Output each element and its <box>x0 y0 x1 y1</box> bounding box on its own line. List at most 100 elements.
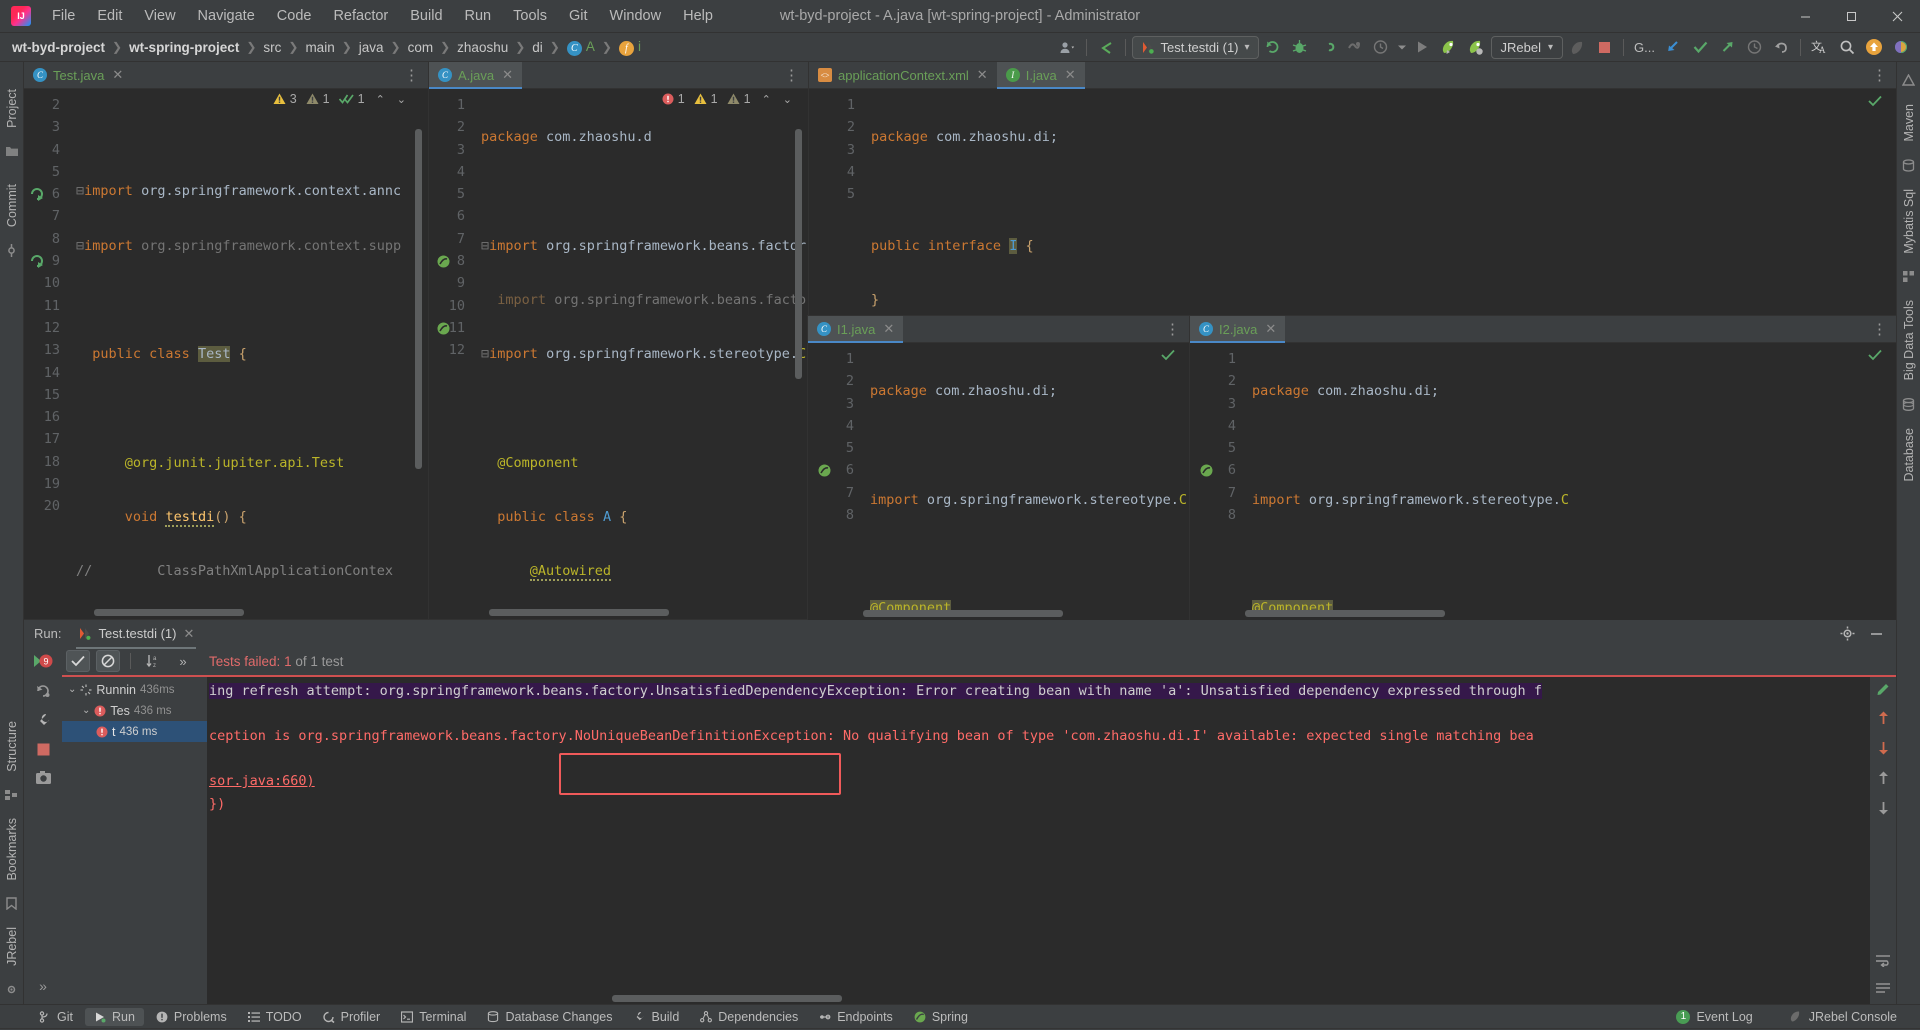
breadcrumb-item-9[interactable]: fi <box>615 37 645 58</box>
sort-alpha-toggle[interactable]: az <box>141 650 165 672</box>
bookmark-icon[interactable] <box>6 897 17 911</box>
tool-tab-todo[interactable]: TODO <box>239 1008 311 1026</box>
translate-icon[interactable]: 文A <box>1807 35 1833 59</box>
hide-ignored-toggle[interactable] <box>96 650 120 672</box>
menu-git[interactable]: Git <box>558 3 599 29</box>
stop-build-icon[interactable] <box>1564 35 1590 59</box>
run-tab-testdi[interactable]: Test.testdi (1) ✕ <box>70 623 202 649</box>
event-log-button[interactable]: 1 Event Log <box>1667 1008 1761 1026</box>
update-project-icon[interactable] <box>1660 35 1686 59</box>
menu-run[interactable]: Run <box>454 3 503 29</box>
sidebar-item-jrebel[interactable]: JRebel <box>2 918 22 975</box>
chevron-down-icon[interactable] <box>1395 35 1409 59</box>
console-line-4[interactable]: sor.java:660) <box>207 770 1870 793</box>
menu-build[interactable]: Build <box>399 3 453 29</box>
down-arrow-icon[interactable] <box>1876 740 1891 756</box>
maximize-button[interactable] <box>1828 0 1874 33</box>
inspection-ok-icon-i2[interactable] <box>1868 349 1882 361</box>
show-passed-toggle[interactable] <box>66 650 90 672</box>
editor-content-i1[interactable]: 12345 6 78 package com.zhaoshu.di; impor… <box>808 343 1189 620</box>
breadcrumb-item-3[interactable]: main <box>301 38 338 57</box>
tool-tab-database-changes[interactable]: Database Changes <box>478 1008 621 1026</box>
down-arrow2-icon[interactable] <box>1876 800 1891 816</box>
profiler-icon[interactable] <box>1341 35 1367 59</box>
rerun-icon[interactable] <box>1260 35 1286 59</box>
editor-hscroll-pane2[interactable] <box>489 609 669 616</box>
git-branch-label[interactable]: G... <box>1630 35 1659 59</box>
settings-wrench-icon[interactable] <box>35 712 52 729</box>
settings-gear-icon[interactable] <box>5 983 18 996</box>
breadcrumb-item-6[interactable]: zhaoshu <box>453 38 512 57</box>
close-icon[interactable]: ✕ <box>1265 321 1276 337</box>
structure-icon[interactable] <box>5 789 18 801</box>
bigdata-icon[interactable] <box>1902 270 1915 283</box>
sidebar-item-mybatis-sql[interactable]: Mybatis Sql <box>1899 180 1919 263</box>
chevron-down-icon[interactable]: ⌄ <box>783 93 792 106</box>
tab-test-java[interactable]: C Test.java ✕ <box>24 62 132 88</box>
editor-hscroll-i1[interactable] <box>863 610 1063 617</box>
menu-edit[interactable]: Edit <box>86 3 133 29</box>
chevron-up-icon[interactable]: ⌃ <box>376 93 385 106</box>
tool-tab-run[interactable]: Run <box>84 1007 144 1026</box>
close-icon[interactable]: ✕ <box>977 67 988 83</box>
breadcrumb-item-1[interactable]: wt-spring-project <box>125 38 243 57</box>
sidebar-item-maven[interactable]: Maven <box>1899 95 1919 151</box>
editor-scrollbar-pane2[interactable] <box>795 129 802 379</box>
notification-icon[interactable] <box>1861 35 1887 59</box>
editor-scrollbar-pane1[interactable] <box>415 129 422 469</box>
editor-hscroll-i2[interactable] <box>1245 610 1445 617</box>
breadcrumb-item-2[interactable]: src <box>259 38 285 57</box>
sidebar-item-project[interactable]: Project <box>2 80 22 137</box>
inspection-ok-icon-i1[interactable] <box>1161 349 1175 361</box>
jrebel-dropdown[interactable]: JRebel ▾ <box>1490 35 1564 59</box>
tool-tab-profiler[interactable]: Profiler <box>314 1008 390 1026</box>
chevron-up-icon[interactable]: ⌃ <box>762 93 771 106</box>
breadcrumb-item-7[interactable]: di <box>528 38 547 57</box>
test-tree-row-test[interactable]: ⌄ Tes 436 ms <box>62 700 207 721</box>
close-icon[interactable]: ✕ <box>1065 67 1076 83</box>
inspection-ok-icon-pane3[interactable] <box>1868 95 1882 107</box>
breadcrumb-item-8[interactable]: CA <box>563 37 599 58</box>
tab-i1-java[interactable]: C I1.java ✕ <box>808 316 904 343</box>
tab-i2-java[interactable]: C I2.java ✕ <box>1190 316 1286 343</box>
gear-icon[interactable] <box>1840 626 1855 641</box>
menu-view[interactable]: View <box>133 3 186 29</box>
tab-options-icon[interactable]: ⋮ <box>395 62 428 88</box>
editor-content-pane1[interactable]: 3 1 1 ⌃ ⌄ 2 3 4 5 6 7 8 9 10 11 12 13 14… <box>24 89 428 619</box>
sidebar-item-commit[interactable]: Commit <box>2 175 22 236</box>
menu-refactor[interactable]: Refactor <box>322 3 399 29</box>
history-clock-icon[interactable] <box>1368 35 1394 59</box>
jrebel-console-button[interactable]: JRebel Console <box>1780 1008 1906 1026</box>
close-icon[interactable]: ✕ <box>112 67 123 83</box>
error-count-icon[interactable]: 9 <box>32 653 54 669</box>
menu-tools[interactable]: Tools <box>502 3 558 29</box>
chevron-down-icon[interactable]: ⌄ <box>68 684 76 695</box>
jrebel-run-icon[interactable] <box>1437 35 1463 59</box>
test-tree-row-running[interactable]: ⌄ Runnin 436ms <box>62 679 207 700</box>
plugin-icon[interactable] <box>1888 35 1914 59</box>
tool-tab-terminal[interactable]: Terminal <box>392 1008 475 1026</box>
search-everywhere-icon[interactable] <box>1834 35 1860 59</box>
menu-navigate[interactable]: Navigate <box>187 3 266 29</box>
tool-tab-endpoints[interactable]: Endpoints <box>810 1008 902 1026</box>
camera-icon[interactable] <box>35 770 52 785</box>
menu-window[interactable]: Window <box>599 3 673 29</box>
tool-tab-build[interactable]: Build <box>624 1008 688 1026</box>
commit-branch-icon[interactable] <box>5 243 18 257</box>
tool-tab-spring[interactable]: Spring <box>905 1008 977 1026</box>
tab-a-java[interactable]: C A.java ✕ <box>429 62 523 89</box>
edit-icon[interactable] <box>1876 681 1891 696</box>
tool-tab-problems[interactable]: Problems <box>147 1008 236 1026</box>
tab-options-icon[interactable]: ⋮ <box>1156 316 1189 342</box>
breadcrumb-item-0[interactable]: wt-byd-project <box>8 38 109 57</box>
sidebar-item-bookmarks[interactable]: Bookmarks <box>2 809 22 890</box>
coverage-icon[interactable] <box>1314 35 1340 59</box>
test-tree-row-method[interactable]: t 436 ms <box>62 721 207 742</box>
mybatis-icon[interactable] <box>1902 158 1915 172</box>
tab-options-icon[interactable]: ⋮ <box>1863 62 1896 88</box>
inspection-widget-pane1[interactable]: 3 1 1 ⌃ ⌄ <box>273 92 406 106</box>
close-icon[interactable]: ✕ <box>502 67 513 83</box>
menu-help[interactable]: Help <box>672 3 724 29</box>
tool-tab-git[interactable]: Git <box>30 1008 82 1026</box>
close-icon[interactable]: ✕ <box>883 321 894 337</box>
